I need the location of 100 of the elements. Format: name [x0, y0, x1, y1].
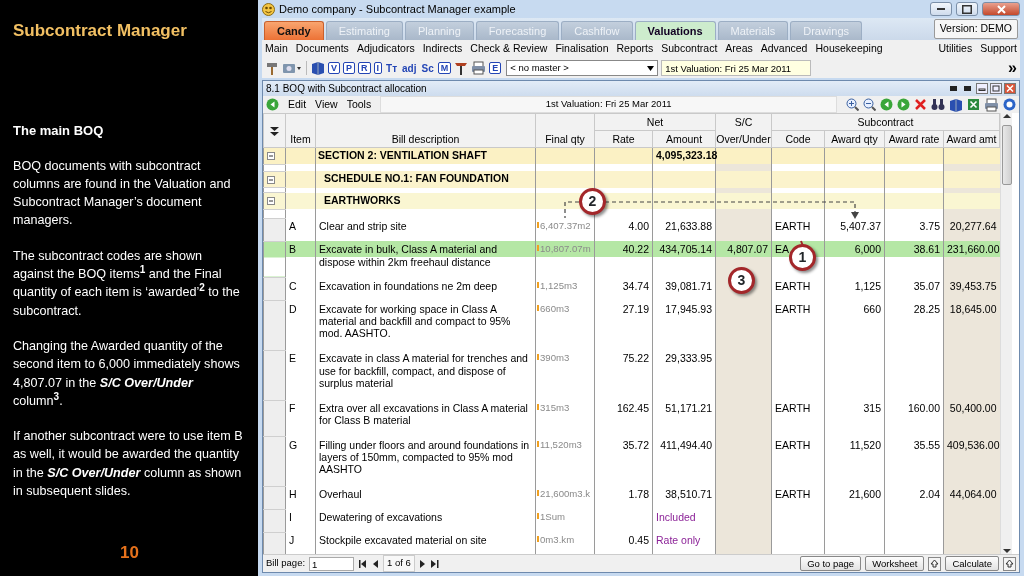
menu-item[interactable]: Tools	[346, 96, 372, 113]
table-cell: 17,945.93	[665, 302, 712, 315]
table-cell: EARTH	[775, 220, 811, 233]
table-cell: 434,705.14	[659, 243, 712, 256]
module-button[interactable]: Candy	[264, 21, 324, 40]
paragraph: BOQ documents with subcontract columns are found in the Valuation and Subcontract Manager’s document managers.	[13, 157, 232, 230]
menu-item[interactable]: Subcontract	[661, 41, 718, 57]
minimize-button[interactable]	[930, 2, 952, 16]
page-number: 10	[119, 543, 140, 562]
close-icon[interactable]	[1004, 83, 1016, 94]
version-button[interactable]: Version: DEMO	[933, 19, 1018, 39]
table-cell: 2.04	[919, 488, 940, 501]
vertical-scrollbar[interactable]	[1000, 113, 1013, 554]
maximize-button[interactable]	[956, 2, 978, 16]
last-page-icon[interactable]	[429, 558, 440, 569]
delete-icon[interactable]	[914, 98, 927, 111]
collapse-icon[interactable]	[267, 175, 275, 184]
table-cell: 21,600	[848, 488, 881, 501]
paragraph: The subcontract codes are shown against the BOQ items$^{1}$ and the Final quantity of each item is ‘awarded’$^{2}$ to the subcontract.	[13, 247, 241, 320]
toolbar-button[interactable]: M	[437, 62, 452, 74]
pin-icon[interactable]	[962, 83, 974, 94]
toolbar-button[interactable]: V	[328, 62, 340, 74]
footer-button[interactable]: Calculate	[945, 556, 999, 571]
menu-item[interactable]: Advanced	[760, 41, 808, 57]
hammer-icon[interactable]	[265, 61, 279, 75]
table-cell: 38.61	[913, 243, 940, 256]
first-page-icon[interactable]	[358, 558, 369, 569]
menu-item[interactable]: Support	[980, 41, 1017, 57]
table-cell: 411,494.40	[660, 438, 712, 451]
book-icon[interactable]	[311, 61, 325, 75]
zoom-out-icon[interactable]	[863, 98, 876, 111]
table-cell: EARTH	[775, 402, 811, 415]
spreadsheet-icon[interactable]	[967, 98, 980, 111]
item-description: Extra over all excavations in Class A material for Class B material	[319, 402, 528, 427]
module-tab[interactable]: Valuations	[634, 21, 716, 40]
previous-page-icon[interactable]	[372, 558, 380, 569]
camera-icon[interactable]	[282, 61, 302, 75]
close-button[interactable]	[982, 2, 1020, 16]
footer-button[interactable]: Go to page	[800, 556, 862, 571]
tools-icon[interactable]	[454, 61, 469, 75]
menu-item[interactable]: View	[315, 96, 338, 113]
column-header[interactable]: Item	[285, 113, 316, 148]
menu-item[interactable]: Reports	[616, 41, 654, 57]
help-icon[interactable]	[1003, 98, 1016, 111]
toolbar-button[interactable]: Tт	[385, 60, 399, 76]
zoom-in-icon[interactable]	[846, 98, 859, 111]
table-cell: D	[289, 302, 297, 315]
pin-icon[interactable]	[948, 83, 960, 94]
column-header[interactable]: Over/Under	[716, 131, 771, 147]
collapse-icon[interactable]	[267, 197, 275, 206]
menu-item[interactable]: Check & Review	[470, 41, 548, 57]
bill-page-field[interactable]: 1	[309, 556, 355, 571]
table-cell: EARTH	[775, 438, 811, 451]
printer-icon[interactable]	[471, 61, 487, 75]
binoculars-icon[interactable]	[931, 98, 945, 111]
printer-icon[interactable]	[984, 97, 999, 112]
menu-item[interactable]: Areas	[725, 41, 753, 57]
maximize-icon[interactable]	[990, 83, 1002, 94]
scrollbar-thumb[interactable]	[1001, 125, 1012, 185]
toolbar-button[interactable]: R	[358, 62, 371, 74]
toolbar-button[interactable]: Sc	[420, 60, 435, 76]
table-cell: 1,125	[854, 279, 881, 292]
menu-item[interactable]: Adjudicators	[356, 41, 415, 57]
menu-item[interactable]: Indirects	[422, 41, 463, 57]
maximize-icon	[962, 4, 972, 14]
menu-item[interactable]: Documents	[295, 41, 349, 57]
table-cell: 0.45	[628, 534, 649, 547]
toolbar-button[interactable]: E	[489, 62, 502, 74]
menu-item[interactable]: Edit	[288, 96, 307, 113]
collapse-icon[interactable]	[267, 152, 275, 161]
menu-item[interactable]: Main	[265, 41, 288, 57]
table-cell: Included	[656, 511, 696, 524]
table-cell: 162.45	[616, 402, 649, 415]
table-cell: 315	[863, 402, 881, 415]
toolbar-button[interactable]: adj	[401, 60, 418, 76]
footer-button[interactable]: Worksheet	[865, 556, 925, 571]
table-cell: 660	[863, 302, 881, 315]
table-cell: EARTH	[775, 302, 811, 315]
column-header[interactable]: Final qty	[535, 113, 595, 148]
menu-item[interactable]: Utilities	[938, 41, 973, 57]
column-header[interactable]: Bill description	[315, 113, 536, 148]
table-cell: 29,333.95	[665, 352, 712, 365]
table-cell: 35.07	[913, 279, 940, 292]
quantity-cell: 0m3.km	[540, 534, 575, 546]
table-cell: 18,645.00	[949, 302, 997, 315]
toolbar-button[interactable]: P	[343, 62, 356, 74]
menu-item[interactable]: Finalisation	[555, 41, 609, 57]
overflow-button[interactable]: »	[1008, 60, 1017, 76]
toolbar-button[interactable]: I	[373, 62, 383, 74]
book-icon[interactable]	[949, 97, 963, 112]
valuation-field[interactable]: 1st Valuation: Fri 25 Mar 2011	[661, 60, 812, 76]
minimize-icon[interactable]	[976, 83, 988, 94]
master-dropdown[interactable]: < no master >	[506, 60, 659, 76]
table-cell: 20,277.64	[949, 220, 997, 233]
next-page-icon[interactable]	[418, 558, 426, 569]
menu-item[interactable]: Housekeeping	[815, 41, 883, 57]
quantity-cell: 1Sum	[540, 511, 566, 523]
field-label: Bill page:	[266, 556, 306, 571]
table-cell: 21,633.88	[665, 220, 712, 233]
expand-all-icon[interactable]	[270, 126, 279, 136]
